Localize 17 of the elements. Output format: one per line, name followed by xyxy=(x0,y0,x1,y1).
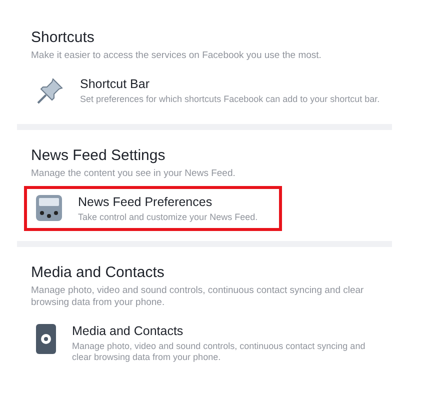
item-description: Manage photo, video and sound controls, continuous contact syncing and clear browsing data from your phone. xyxy=(72,341,366,363)
section-description: Make it easier to access the services on Facebook you use the most. xyxy=(31,50,322,62)
item-description: Set preferences for which shortcuts Facebook can add to your shortcut bar. xyxy=(80,94,380,105)
section-description: Manage the content you see in your News Feed. xyxy=(31,168,236,180)
feed-settings-icon xyxy=(35,194,63,222)
item-title: News Feed Preferences xyxy=(78,194,214,210)
section-description: Manage photo, video and sound controls, continuous contact syncing and clear browsing data from your phone. xyxy=(31,285,365,309)
section-title: News Feed Settings xyxy=(31,146,166,166)
item-title: Shortcut Bar xyxy=(80,76,150,92)
settings-item[interactable]: Media and Contacts Manage photo, video and sound controls, continuous contact syncing and clear browsing data from your phone. xyxy=(24,315,392,371)
settings-item[interactable]: Shortcut Bar Set preferences for which shortcuts Facebook can add to your shortcut bar. xyxy=(24,68,392,114)
settings-item[interactable]: News Feed Preferences Take control and customize your News Feed. xyxy=(24,186,282,231)
pushpin-icon xyxy=(35,76,65,106)
item-description: Take control and customize your News Feed. xyxy=(78,212,258,223)
item-title: Media and Contacts xyxy=(72,323,184,339)
section-title: Media and Contacts xyxy=(31,263,166,283)
section-title: Shortcuts xyxy=(31,28,96,48)
